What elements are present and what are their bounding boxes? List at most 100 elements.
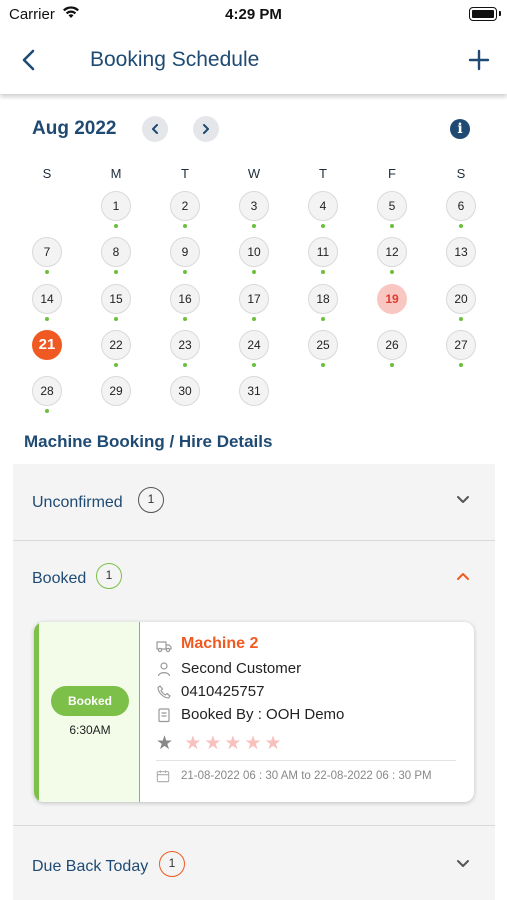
booking-indicator-dot bbox=[390, 224, 394, 228]
rating-row: ★ ★★★★★ bbox=[156, 732, 285, 755]
rating-star-icon[interactable]: ★ bbox=[224, 733, 244, 754]
booking-indicator-dot bbox=[321, 224, 325, 228]
calendar-day[interactable]: 13 bbox=[446, 237, 476, 267]
nav-bar: Booking Schedule bbox=[0, 30, 507, 94]
user-icon bbox=[157, 662, 171, 677]
booking-indicator-dot bbox=[321, 363, 325, 367]
booked-by: Booked By : OOH Demo bbox=[181, 706, 345, 723]
section-heading: Machine Booking / Hire Details bbox=[24, 432, 273, 451]
calendar-day[interactable]: 28 bbox=[32, 376, 62, 406]
calendar-day[interactable]: 9 bbox=[170, 237, 200, 267]
booking-indicator-dot bbox=[390, 270, 394, 274]
calendar-day[interactable]: 19 bbox=[377, 284, 407, 314]
booking-indicator-dot bbox=[114, 224, 118, 228]
booking-card[interactable]: Booked 6:30AM Machine 2 Second Customer … bbox=[34, 622, 474, 802]
prev-month-button[interactable] bbox=[142, 116, 168, 142]
calendar-day[interactable]: 23 bbox=[170, 330, 200, 360]
calendar-day[interactable]: 29 bbox=[101, 376, 131, 406]
booking-indicator-dot bbox=[45, 270, 49, 274]
booking-indicator-dot bbox=[183, 363, 187, 367]
customer-name: Second Customer bbox=[181, 660, 302, 677]
calendar-day[interactable]: 25 bbox=[308, 330, 338, 360]
accordion-booked[interactable]: Booked 1 bbox=[13, 541, 495, 616]
status-time: 4:29 PM bbox=[225, 6, 282, 23]
booking-indicator-dot bbox=[459, 224, 463, 228]
accordion-unconfirmed[interactable]: Unconfirmed 1 bbox=[13, 464, 495, 539]
calendar-day[interactable]: 11 bbox=[308, 237, 338, 267]
calendar-day[interactable]: 15 bbox=[101, 284, 131, 314]
calendar-day[interactable]: 1 bbox=[101, 191, 131, 221]
weekday-label: S bbox=[456, 166, 466, 181]
accordion-due-back-today[interactable]: Due Back Today 1 bbox=[13, 826, 495, 900]
calendar-day[interactable]: 16 bbox=[170, 284, 200, 314]
month-label: Aug 2022 bbox=[32, 118, 117, 139]
weekday-label: F bbox=[388, 166, 396, 181]
weekday-label: T bbox=[319, 166, 327, 181]
calendar-icon bbox=[156, 770, 170, 783]
calendar-day[interactable]: 18 bbox=[308, 284, 338, 314]
plus-icon[interactable] bbox=[465, 46, 493, 74]
calendar-day[interactable]: 27 bbox=[446, 330, 476, 360]
calendar-day[interactable]: 14 bbox=[32, 284, 62, 314]
booking-indicator-dot bbox=[321, 270, 325, 274]
calendar-day[interactable]: 3 bbox=[239, 191, 269, 221]
calendar-day[interactable]: 21 bbox=[32, 330, 62, 360]
weekday-label: S bbox=[42, 166, 52, 181]
booking-indicator-dot bbox=[114, 270, 118, 274]
calendar-day[interactable]: 10 bbox=[239, 237, 269, 267]
calendar-day[interactable]: 20 bbox=[446, 284, 476, 314]
rating-star-icon[interactable]: ★ bbox=[265, 733, 285, 754]
back-arrow-icon[interactable] bbox=[16, 46, 42, 74]
chevron-left-icon bbox=[152, 124, 158, 134]
booking-indicator-dot bbox=[183, 270, 187, 274]
phone-icon bbox=[157, 685, 171, 699]
weekday-label: W bbox=[247, 166, 261, 181]
chevron-right-icon bbox=[203, 124, 209, 134]
chevron-down-icon bbox=[457, 496, 469, 503]
chevron-up-icon bbox=[457, 573, 469, 580]
calendar-day[interactable]: 12 bbox=[377, 237, 407, 267]
info-icon[interactable]: i bbox=[450, 119, 470, 139]
calendar-day[interactable]: 6 bbox=[446, 191, 476, 221]
calendar-day[interactable]: 17 bbox=[239, 284, 269, 314]
rating-star-icon[interactable]: ★ bbox=[204, 733, 224, 754]
status-bar: Carrier 4:29 PM bbox=[0, 0, 507, 30]
weekday-label: T bbox=[181, 166, 189, 181]
booking-indicator-dot bbox=[252, 363, 256, 367]
calendar-day[interactable]: 22 bbox=[101, 330, 131, 360]
calendar-day[interactable]: 5 bbox=[377, 191, 407, 221]
booking-indicator-dot bbox=[114, 317, 118, 321]
booking-indicator-dot bbox=[252, 270, 256, 274]
star-icon: ★ bbox=[156, 733, 177, 754]
accordion-title: Due Back Today bbox=[32, 858, 149, 875]
calendar-day[interactable]: 24 bbox=[239, 330, 269, 360]
calendar-day[interactable]: 2 bbox=[170, 191, 200, 221]
calendar-day[interactable]: 31 bbox=[239, 376, 269, 406]
card-divider bbox=[156, 760, 456, 761]
count-badge: 1 bbox=[159, 851, 185, 877]
machine-name: Machine 2 bbox=[181, 635, 259, 652]
count-badge: 1 bbox=[138, 487, 164, 513]
booking-status-panel: Booked 6:30AM bbox=[34, 622, 140, 802]
booking-indicator-dot bbox=[252, 224, 256, 228]
status-badge: Booked bbox=[51, 686, 129, 716]
phone-number: 0410425757 bbox=[181, 683, 265, 700]
calendar-day[interactable]: 26 bbox=[377, 330, 407, 360]
calendar-day[interactable]: 8 bbox=[101, 237, 131, 267]
booking-indicator-dot bbox=[114, 363, 118, 367]
clipboard-icon bbox=[158, 708, 170, 723]
battery-icon bbox=[469, 7, 501, 21]
next-month-button[interactable] bbox=[193, 116, 219, 142]
booking-indicator-dot bbox=[459, 363, 463, 367]
weekday-label: M bbox=[110, 166, 122, 181]
booking-indicator-dot bbox=[45, 317, 49, 321]
booking-indicator-dot bbox=[183, 224, 187, 228]
calendar-day[interactable]: 7 bbox=[32, 237, 62, 267]
booking-indicator-dot bbox=[252, 317, 256, 321]
calendar-day[interactable]: 30 bbox=[170, 376, 200, 406]
rating-star-icon[interactable]: ★ bbox=[244, 733, 264, 754]
calendar-day[interactable]: 4 bbox=[308, 191, 338, 221]
page-title: Booking Schedule bbox=[90, 48, 260, 71]
rating-star-icon[interactable]: ★ bbox=[184, 733, 204, 754]
booking-date-range: 21-08-2022 06 : 30 AM to 22-08-2022 06 :… bbox=[181, 770, 432, 782]
